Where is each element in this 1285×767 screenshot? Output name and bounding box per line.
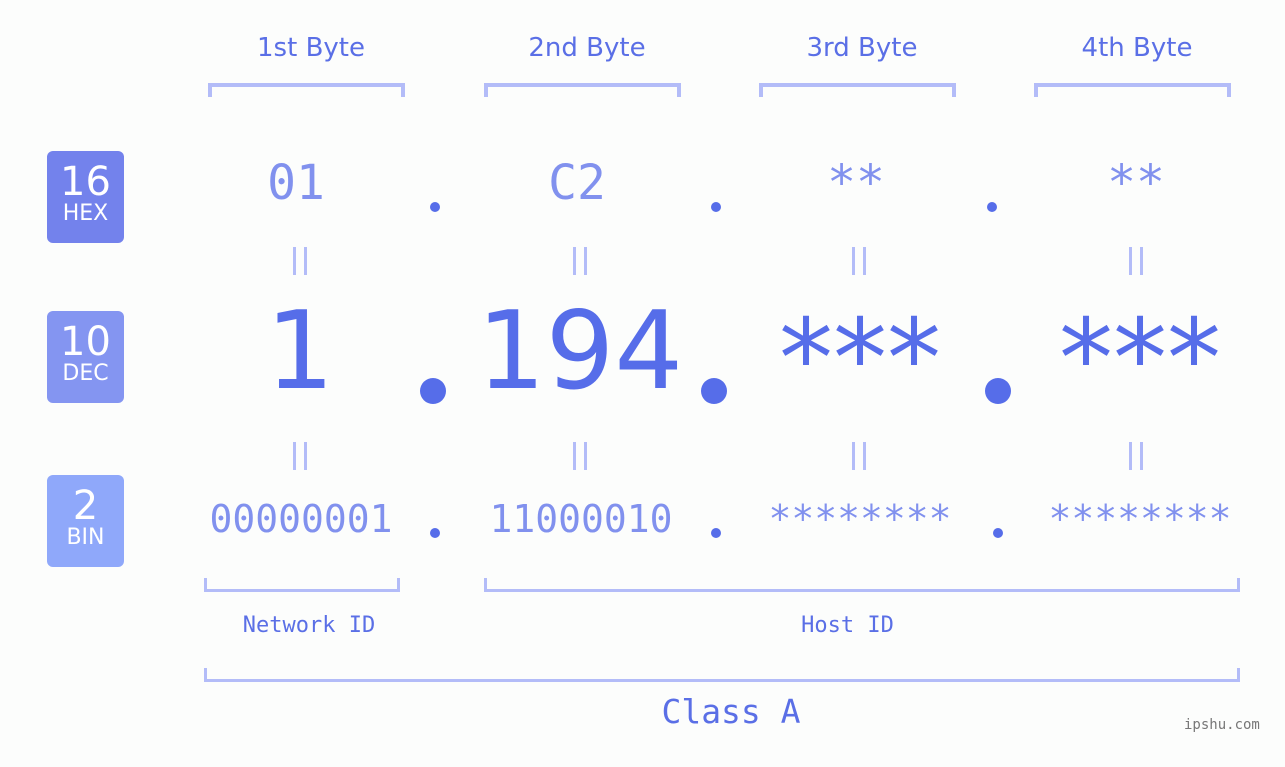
- dec-separator-dot: [985, 378, 1011, 404]
- hex-byte-4: **: [1107, 155, 1165, 211]
- bin-badge: 2 BIN: [47, 475, 124, 567]
- equals-icon: [1128, 442, 1144, 470]
- bin-base-number: 2: [72, 483, 99, 529]
- hex-separator-dot: [711, 202, 721, 212]
- dec-base-label: DEC: [62, 361, 109, 386]
- byte-header-2: 2nd Byte: [528, 33, 646, 63]
- hex-byte-1: 01: [267, 155, 325, 211]
- hex-badge: 16 HEX: [47, 151, 124, 243]
- hex-base-label: HEX: [62, 201, 109, 226]
- equals-icon: [572, 247, 588, 275]
- bin-byte-1: 00000001: [209, 497, 393, 541]
- bin-separator-dot: [711, 528, 721, 538]
- dec-byte-4: ***: [1059, 297, 1221, 422]
- dec-separator-dot: [701, 378, 727, 404]
- dec-byte-2: 194: [476, 289, 684, 414]
- hex-separator-dot: [430, 202, 440, 212]
- byte-bracket-3: [759, 83, 956, 97]
- bin-byte-4: ********: [1048, 497, 1232, 541]
- class-bracket: [204, 668, 1240, 682]
- ip-class-label: Class A: [661, 692, 801, 731]
- host-id-bracket: [484, 578, 1240, 592]
- equals-icon: [292, 247, 308, 275]
- dec-separator-dot: [420, 378, 446, 404]
- dec-byte-1: 1: [265, 289, 335, 414]
- watermark: ipshu.com: [1184, 717, 1260, 733]
- hex-byte-2: C2: [548, 155, 606, 211]
- bin-byte-2: 11000010: [489, 497, 673, 541]
- hex-base-number: 16: [60, 159, 111, 205]
- dec-base-number: 10: [60, 319, 111, 365]
- byte-header-1: 1st Byte: [257, 33, 365, 63]
- network-id-bracket: [204, 578, 400, 592]
- hex-byte-3: **: [827, 155, 885, 211]
- dec-byte-3: ***: [779, 297, 941, 422]
- byte-header-4: 4th Byte: [1081, 33, 1193, 63]
- equals-icon: [851, 247, 867, 275]
- host-id-label: Host ID: [801, 613, 894, 638]
- byte-header-3: 3rd Byte: [806, 33, 918, 63]
- equals-icon: [1128, 247, 1144, 275]
- bin-base-label: BIN: [66, 525, 105, 550]
- dec-badge: 10 DEC: [47, 311, 124, 403]
- bin-byte-3: ********: [768, 497, 952, 541]
- hex-separator-dot: [987, 202, 997, 212]
- bin-separator-dot: [993, 528, 1003, 538]
- byte-bracket-1: [208, 83, 405, 97]
- network-id-label: Network ID: [242, 613, 376, 638]
- byte-bracket-2: [484, 83, 681, 97]
- byte-bracket-4: [1034, 83, 1231, 97]
- equals-icon: [572, 442, 588, 470]
- equals-icon: [851, 442, 867, 470]
- bin-separator-dot: [430, 528, 440, 538]
- equals-icon: [292, 442, 308, 470]
